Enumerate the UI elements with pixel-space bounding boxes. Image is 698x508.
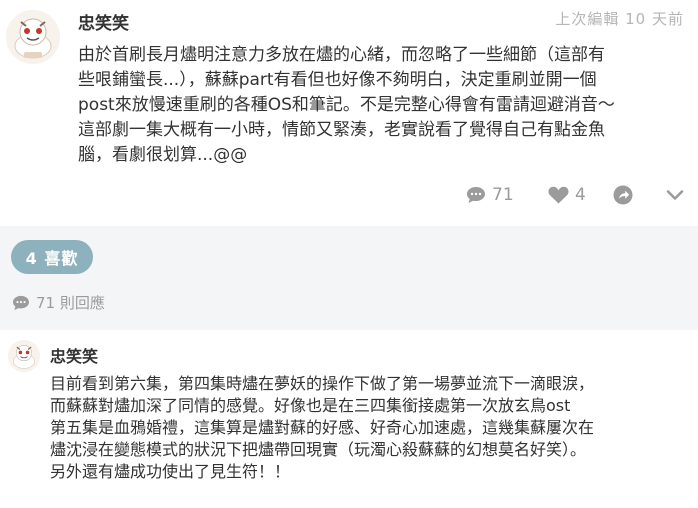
chevron-down-icon <box>666 190 684 200</box>
comment-body-line: 目前看到第六集，第四集時燼在夢妖的操作下做了第一場夢並流下一滴眼淚， <box>50 374 595 393</box>
likes-button[interactable]: 4 喜歡 <box>11 240 93 274</box>
comment-button[interactable]: 71 <box>466 182 514 208</box>
comment-body-line: 而蘇蘇對燼加深了同情的感覺。好像也是在三四集銜接處第一次放玄鳥ost <box>50 396 571 415</box>
heart-icon <box>548 186 569 204</box>
share-icon <box>613 185 633 205</box>
main-post: 忠笑笑 上次編輯 10 天前 由於首刷長月燼明注意力多放在燼的心緒，而忽略了一些… <box>0 0 698 226</box>
comment-body-line: 第五集是血鴉婚禮，這集算是燼對蘇的好感、好奇心加速處，這幾集蘇屢次在 <box>50 418 595 437</box>
comment-body: 目前看到第六集，第四集時燼在夢妖的操作下做了第一場夢並流下一滴眼淚， 而蘇蘇對燼… <box>50 373 690 483</box>
reply-count[interactable]: 71 則回應 <box>12 292 105 313</box>
post-author[interactable]: 忠笑笑 <box>78 9 129 34</box>
comment-count: 71 <box>492 185 514 205</box>
post-time: 上次編輯 10 天前 <box>555 10 684 28</box>
like-button[interactable]: 4 <box>548 182 586 208</box>
post-body-line: 腦，看劇很划算...@@ <box>78 145 248 165</box>
post-body-line: 由於首刷長月燼明注意力多放在燼的心緒，而忽略了一些細節（這部有 <box>78 45 605 65</box>
post-body-line: 這部劇一集大概有一小時，情節又緊湊，老實說看了覺得自己有點金魚 <box>78 120 605 140</box>
more-options-icon[interactable] <box>684 6 698 28</box>
post-body: 由於首刷長月燼明注意力多放在燼的心緒，而忽略了一些細節（這部有 些哏鋪蠻長...… <box>78 43 690 168</box>
post-actions: 71 4 <box>0 178 698 214</box>
comment-author[interactable]: 忠笑笑 <box>50 343 98 367</box>
reply-count-label: 71 則回應 <box>36 294 105 312</box>
post-body-line: post來放慢速重刷的各種OS和筆記。不是完整心得會有雷請迴避消音～ <box>78 95 615 115</box>
share-button[interactable] <box>613 182 633 208</box>
comment-bubble-icon <box>13 295 29 310</box>
post-body-line: 些哏鋪蠻長...），蘇蘇part有看但也好像不夠明白，決定重刷並開一個 <box>78 70 597 90</box>
comment-body-line: 燼沈浸在變態模式的狀況下把燼帶回現實（玩濁心殺蘇蘇的幻想莫名好笑）。 <box>50 440 587 459</box>
expand-button[interactable] <box>666 182 684 208</box>
comment-body-line: 另外還有燼成功使出了見生符！！ <box>50 462 291 481</box>
author-avatar[interactable] <box>6 10 60 64</box>
comment-bubble-icon <box>467 187 485 203</box>
commenter-avatar[interactable] <box>8 340 40 372</box>
like-count: 4 <box>575 185 586 205</box>
comment-item: 忠笑笑 目前看到第六集，第四集時燼在夢妖的操作下做了第一場夢並流下一滴眼淚， 而… <box>0 330 698 508</box>
